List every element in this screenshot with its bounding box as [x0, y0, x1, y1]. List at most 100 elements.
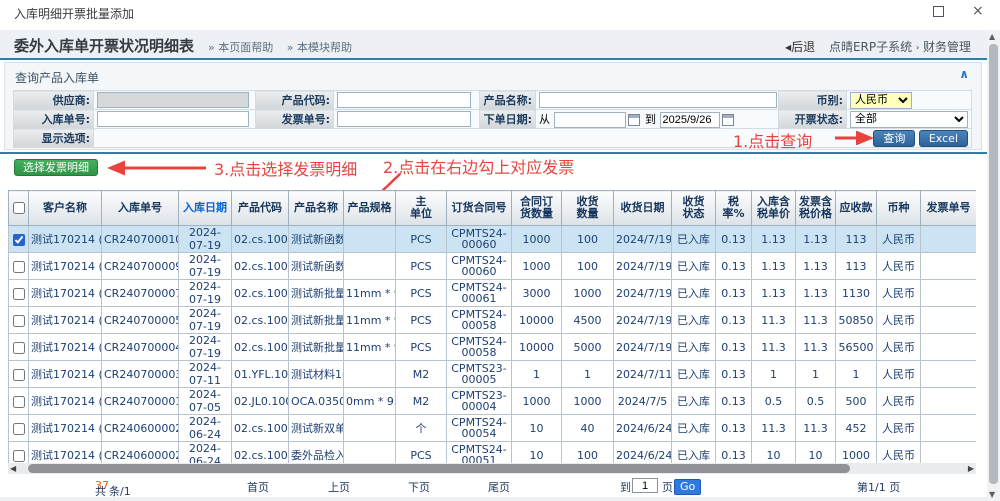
cell-customer: 测试170214 (XX): [29, 226, 102, 253]
row-checkbox-cell: [9, 226, 29, 253]
cell-currency: 人民币: [877, 334, 921, 361]
page-help-link[interactable]: » 本页面帮助: [208, 41, 273, 54]
invoice-status-select[interactable]: 全部: [850, 111, 968, 128]
cell-unit: PCS: [396, 307, 447, 334]
breadcrumb-section[interactable]: 财务管理: [923, 40, 971, 54]
calendar-icon[interactable]: [628, 114, 640, 126]
row-checkbox[interactable]: [13, 423, 25, 435]
chevron-right-icon: ›: [916, 43, 919, 52]
horizontal-scrollbar[interactable]: ◀ ▶: [8, 463, 976, 474]
divider: [0, 58, 987, 60]
cell-product-name: 测试材料1608: [289, 361, 344, 388]
scroll-up-icon[interactable]: ▲: [989, 32, 995, 41]
cell-unit: 个: [396, 415, 447, 442]
row-checkbox[interactable]: [13, 396, 25, 408]
row-checkbox-cell: [9, 334, 29, 361]
annotation-arrow-right-icon: [833, 131, 879, 145]
go-button[interactable]: Go: [674, 479, 701, 495]
query-button[interactable]: 查询: [873, 130, 915, 147]
product-name-input[interactable]: [539, 92, 777, 108]
cell-received-qty: 4500: [562, 307, 614, 334]
cell-order-contract-no: CPMTS23-00004: [447, 388, 512, 415]
select-all-checkbox[interactable]: [13, 202, 25, 214]
breadcrumb-system[interactable]: 点晴ERP子系统: [829, 40, 912, 54]
invoice-no-input[interactable]: [337, 111, 471, 127]
cell-receive-status[interactable]: 已入库: [672, 361, 716, 388]
cell-receive-status[interactable]: 已入库: [672, 280, 716, 307]
select-invoice-detail-button[interactable]: 选择发票明细: [14, 159, 98, 176]
cell-receive-date: 2024/7/5: [614, 388, 672, 415]
cell-product-spec: 11mm * 95m: [344, 307, 396, 334]
next-page-link[interactable]: 下页: [408, 479, 430, 495]
cell-customer: 测试170214 (XX): [29, 253, 102, 280]
row-checkbox[interactable]: [13, 342, 25, 354]
cell-receive-status[interactable]: 已入库: [672, 226, 716, 253]
order-date-label: 下单日期:: [480, 110, 536, 129]
module-help-link[interactable]: » 本模块帮助: [287, 41, 352, 54]
cell-receivable: 113: [836, 226, 877, 253]
cell-receive-date: 2024/7/19 10: [614, 307, 672, 334]
inbound-no-input[interactable]: [97, 111, 249, 127]
last-page-link[interactable]: 尾页: [488, 479, 510, 495]
scroll-right-icon[interactable]: ▶: [968, 463, 974, 474]
cell-currency: 人民币: [877, 226, 921, 253]
cell-receive-status[interactable]: 已入库: [672, 442, 716, 464]
row-checkbox-cell: [9, 280, 29, 307]
close-icon[interactable]: ×: [972, 6, 984, 17]
cell-product-spec: [344, 226, 396, 253]
excel-button[interactable]: Excel: [919, 130, 968, 147]
cell-product-name: 测试新函数成: [289, 226, 344, 253]
cell-customer: 测试170214 (XX): [29, 280, 102, 307]
product-code-input[interactable]: [337, 92, 471, 108]
cell-invoice-no: [921, 334, 977, 361]
cell-tax-rate: 0.13: [716, 226, 752, 253]
row-checkbox[interactable]: [13, 261, 25, 273]
date-to-input[interactable]: [660, 112, 720, 128]
cell-receive-status[interactable]: 已入库: [672, 307, 716, 334]
cell-inbound-no: CR240600002: [102, 415, 179, 442]
vertical-scrollbar-thumb[interactable]: [989, 44, 998, 484]
cell-receive-status[interactable]: 已入库: [672, 415, 716, 442]
currency-select[interactable]: 人民币: [850, 92, 912, 109]
back-button[interactable]: ◀后退: [785, 40, 815, 54]
cell-unit: PCS: [396, 226, 447, 253]
col-header-inbound-date[interactable]: 入库日期: [179, 191, 232, 226]
cell-receive-status[interactable]: 已入库: [672, 253, 716, 280]
cell-received-qty: 100: [562, 442, 614, 464]
col-header-product-name: 产品名称: [289, 191, 344, 226]
table-row: 测试170214 (XX)CR2407000102024-07-1902.cs.…: [9, 226, 977, 253]
cell-inbound-no: CR240700009: [102, 253, 179, 280]
maximize-icon[interactable]: [933, 6, 944, 17]
cell-invoice-price-tax: 1: [796, 361, 836, 388]
cell-receive-date: 2024/6/24 16: [614, 415, 672, 442]
first-page-link[interactable]: 首页: [247, 479, 269, 495]
cell-receive-status[interactable]: 已入库: [672, 334, 716, 361]
row-checkbox[interactable]: [13, 315, 25, 327]
annotation-step1: 1.点击查询: [733, 128, 812, 152]
supplier-input[interactable]: [97, 92, 249, 108]
scroll-left-icon[interactable]: ◀: [10, 463, 16, 474]
row-checkbox[interactable]: [13, 234, 25, 246]
cell-invoice-price-tax: 0.5: [796, 388, 836, 415]
collapse-icon[interactable]: ∧: [959, 67, 969, 81]
vertical-scrollbar[interactable]: ▲ ▼: [987, 30, 1000, 501]
calendar-icon[interactable]: [722, 114, 734, 126]
page-number-input[interactable]: [632, 478, 658, 493]
cell-unit-price-tax: 1.13: [752, 253, 796, 280]
scroll-down-icon[interactable]: ▼: [989, 490, 995, 499]
cell-receive-status[interactable]: 已入库: [672, 388, 716, 415]
row-checkbox-cell: [9, 415, 29, 442]
prev-page-link[interactable]: 上页: [328, 479, 350, 495]
col-header-product-spec: 产品规格: [344, 191, 396, 226]
row-checkbox[interactable]: [13, 288, 25, 300]
window-titlebar: 入库明细开票批量添加 ×: [0, 0, 1000, 24]
date-from-input[interactable]: [554, 112, 626, 128]
cell-receivable: 56500: [836, 334, 877, 361]
cell-invoice-price-tax: 1.13: [796, 280, 836, 307]
horizontal-scrollbar-thumb[interactable]: [28, 464, 850, 473]
row-checkbox[interactable]: [13, 369, 25, 381]
row-checkbox[interactable]: [13, 450, 25, 462]
cell-unit-price-tax: 11.3: [752, 415, 796, 442]
col-header-received-qty: 收货 数量: [562, 191, 614, 226]
cell-inbound-date: 2024-06-24: [179, 415, 232, 442]
